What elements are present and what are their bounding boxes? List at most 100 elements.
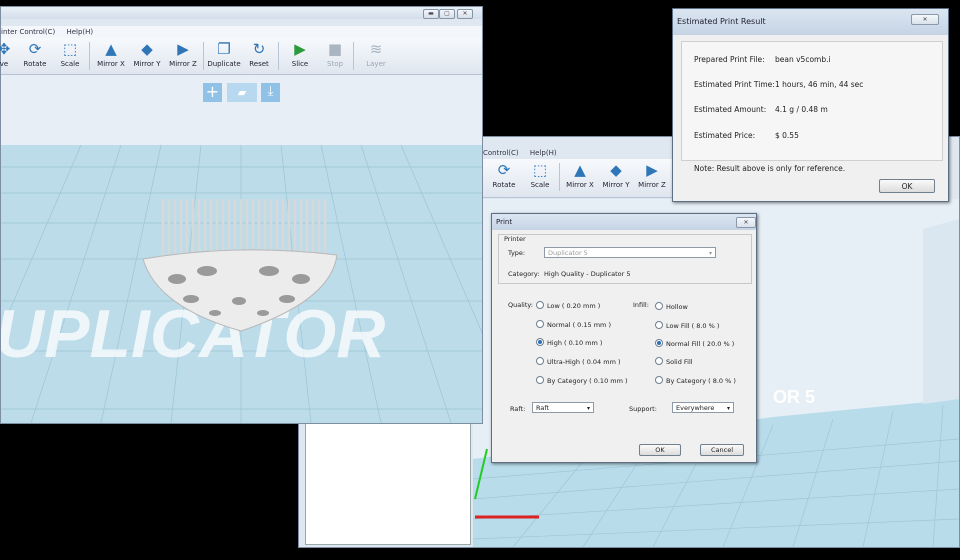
infill-option-label: Low Fill ( 8.0 % ) (666, 322, 720, 330)
ok-button[interactable]: OK (639, 444, 681, 456)
quality-option-label: Ultra-High ( 0.04 mm ) (547, 358, 621, 366)
infill-option-label: By Category ( 8.0 % ) (666, 377, 736, 385)
scale-label: Scale (530, 181, 550, 189)
duplicate-button[interactable]: ❐ Duplicate (207, 38, 241, 69)
stop-label: Stop (327, 60, 343, 68)
estimated-result-title: Estimated Print Result (673, 9, 948, 35)
maximize-button[interactable]: ▢ (439, 9, 455, 19)
stop-button[interactable]: ■ Stop (318, 38, 352, 69)
scale-button[interactable]: ⬚ Scale (53, 38, 87, 69)
view-model-icon: ▰ (237, 86, 247, 99)
toolbar-divider (203, 42, 204, 70)
radio-indicator (536, 338, 544, 346)
radio-indicator (536, 320, 544, 328)
category-label: Category: (508, 270, 540, 278)
menu-help[interactable]: Help(H) (66, 28, 93, 36)
raft-select[interactable]: Raft ▾ (532, 402, 594, 413)
rotate-button[interactable]: ⟳ Rotate (18, 38, 52, 69)
raft-value: Raft (536, 404, 550, 412)
infill-hollow-radio[interactable]: Hollow (655, 302, 688, 311)
result-ok-button[interactable]: OK (879, 179, 935, 193)
radio-indicator (655, 321, 663, 329)
radio-indicator (655, 339, 663, 347)
download-button[interactable]: ⤓ (261, 83, 280, 102)
quality-high-radio[interactable]: High ( 0.10 mm ) (536, 338, 602, 347)
add-model-button[interactable]: + (203, 83, 222, 102)
cancel-button[interactable]: Cancel (700, 444, 744, 456)
menu-printer-control[interactable]: Control(C) (483, 149, 519, 157)
infill-solid-radio[interactable]: Solid Fill (655, 357, 693, 366)
slice-icon: ▶ (294, 40, 306, 58)
menu-bar: inter Control(C) Help(H) (1, 26, 482, 38)
printer-group-label: Printer (504, 235, 526, 243)
quality-by-category-radio[interactable]: By Category ( 0.10 mm ) (536, 376, 628, 385)
printer-type-value: Duplicator 5 (548, 249, 588, 257)
toolbar: ⟳ Rotate ⬚ Scale ▲ Mirror X ◆ Mirror Y ▶… (483, 159, 675, 198)
result-value: 4.1 g / 0.48 m (775, 105, 828, 114)
move-label: ve (0, 60, 9, 68)
rotate-button[interactable]: ⟳ Rotate (487, 159, 521, 190)
mirror-z-label: Mirror Z (638, 181, 666, 189)
view-model-button[interactable]: ▰ (227, 83, 257, 102)
raft-label: Raft: (510, 405, 526, 413)
support-value: Everywhere (676, 404, 715, 412)
result-value: bean v5comb.i (775, 55, 831, 64)
mirror-x-button[interactable]: ▲ Mirror X (563, 159, 597, 190)
radio-indicator (655, 376, 663, 384)
estimated-result-dialog: Estimated Print Result ✕ Prepared Print … (672, 8, 949, 202)
result-label: Estimated Print Time: (694, 80, 775, 89)
chevron-down-icon: ▾ (708, 250, 712, 257)
support-select[interactable]: Everywhere ▾ (672, 402, 734, 413)
chevron-down-icon: ▾ (586, 405, 590, 412)
infill-by-category-radio[interactable]: By Category ( 8.0 % ) (655, 376, 736, 385)
infill-label: Infill: (633, 301, 649, 309)
slice-button[interactable]: ▶ Slice (283, 38, 317, 69)
print-dialog-close-button[interactable]: ✕ (736, 217, 756, 228)
rotate-icon: ⟳ (497, 161, 511, 179)
rotate-label: Rotate (492, 181, 516, 189)
main-app-window: ▬ ▢ ✕ inter Control(C) Help(H) ✥ ve ⟳ Ro… (0, 6, 483, 424)
menu-printer-control[interactable]: inter Control(C) (1, 28, 55, 36)
result-label: Prepared Print File: (694, 55, 765, 64)
reset-label: Reset (249, 60, 269, 68)
reset-button[interactable]: ↻ Reset (242, 38, 276, 69)
printer-type-select[interactable]: Duplicator 5 ▾ (544, 247, 716, 258)
slice-label: Slice (291, 60, 309, 68)
quality-normal-radio[interactable]: Normal ( 0.15 mm ) (536, 320, 611, 329)
infill-low-radio[interactable]: Low Fill ( 8.0 % ) (655, 321, 719, 330)
toolbar-divider (278, 42, 279, 70)
radio-indicator (655, 357, 663, 365)
quality-option-label: Normal ( 0.15 mm ) (547, 321, 611, 329)
print-dialog: Print ✕ Printer Type: Duplicator 5 ▾ Cat… (491, 213, 757, 463)
duplicate-label: Duplicate (207, 60, 241, 68)
quality-low-radio[interactable]: Low ( 0.20 mm ) (536, 301, 600, 310)
mirror-x-label: Mirror X (97, 60, 125, 68)
menu-bar: Control(C) Help(H) (483, 147, 683, 159)
quality-ultra-high-radio[interactable]: Ultra-High ( 0.04 mm ) (536, 357, 621, 366)
infill-option-label: Normal Fill ( 20.0 % ) (666, 340, 735, 348)
mirror-z-label: Mirror Z (169, 60, 197, 68)
layer-button[interactable]: ≋ Layer (359, 38, 393, 69)
mirror-z-button[interactable]: ▶ Mirror Z (635, 159, 669, 190)
close-button[interactable]: ✕ (457, 9, 473, 19)
duplicate-icon: ❐ (217, 40, 231, 58)
reset-icon: ↻ (252, 40, 266, 58)
infill-option-label: Hollow (666, 303, 688, 311)
mirror-x-button[interactable]: ▲ Mirror X (94, 38, 128, 69)
scale-icon: ⬚ (62, 40, 78, 58)
mirror-y-button[interactable]: ◆ Mirror Y (599, 159, 633, 190)
estimated-result-close-button[interactable]: ✕ (911, 14, 939, 25)
mirror-z-button[interactable]: ▶ Mirror Z (166, 38, 200, 69)
quality-label: Quality: (508, 301, 533, 309)
scale-button[interactable]: ⬚ Scale (523, 159, 557, 190)
mirror-y-button[interactable]: ◆ Mirror Y (130, 38, 164, 69)
toolbar-divider (89, 42, 90, 70)
download-icon: ⤓ (267, 84, 274, 99)
mirror-y-label: Mirror Y (602, 181, 630, 189)
infill-normal-radio[interactable]: Normal Fill ( 20.0 % ) (655, 339, 734, 348)
menu-help[interactable]: Help(H) (530, 149, 557, 157)
result-label: Estimated Amount: (694, 105, 767, 114)
minimize-button[interactable]: ▬ (423, 9, 439, 19)
layer-icon: ≋ (369, 40, 383, 58)
mirror-x-icon: ▲ (574, 161, 586, 179)
